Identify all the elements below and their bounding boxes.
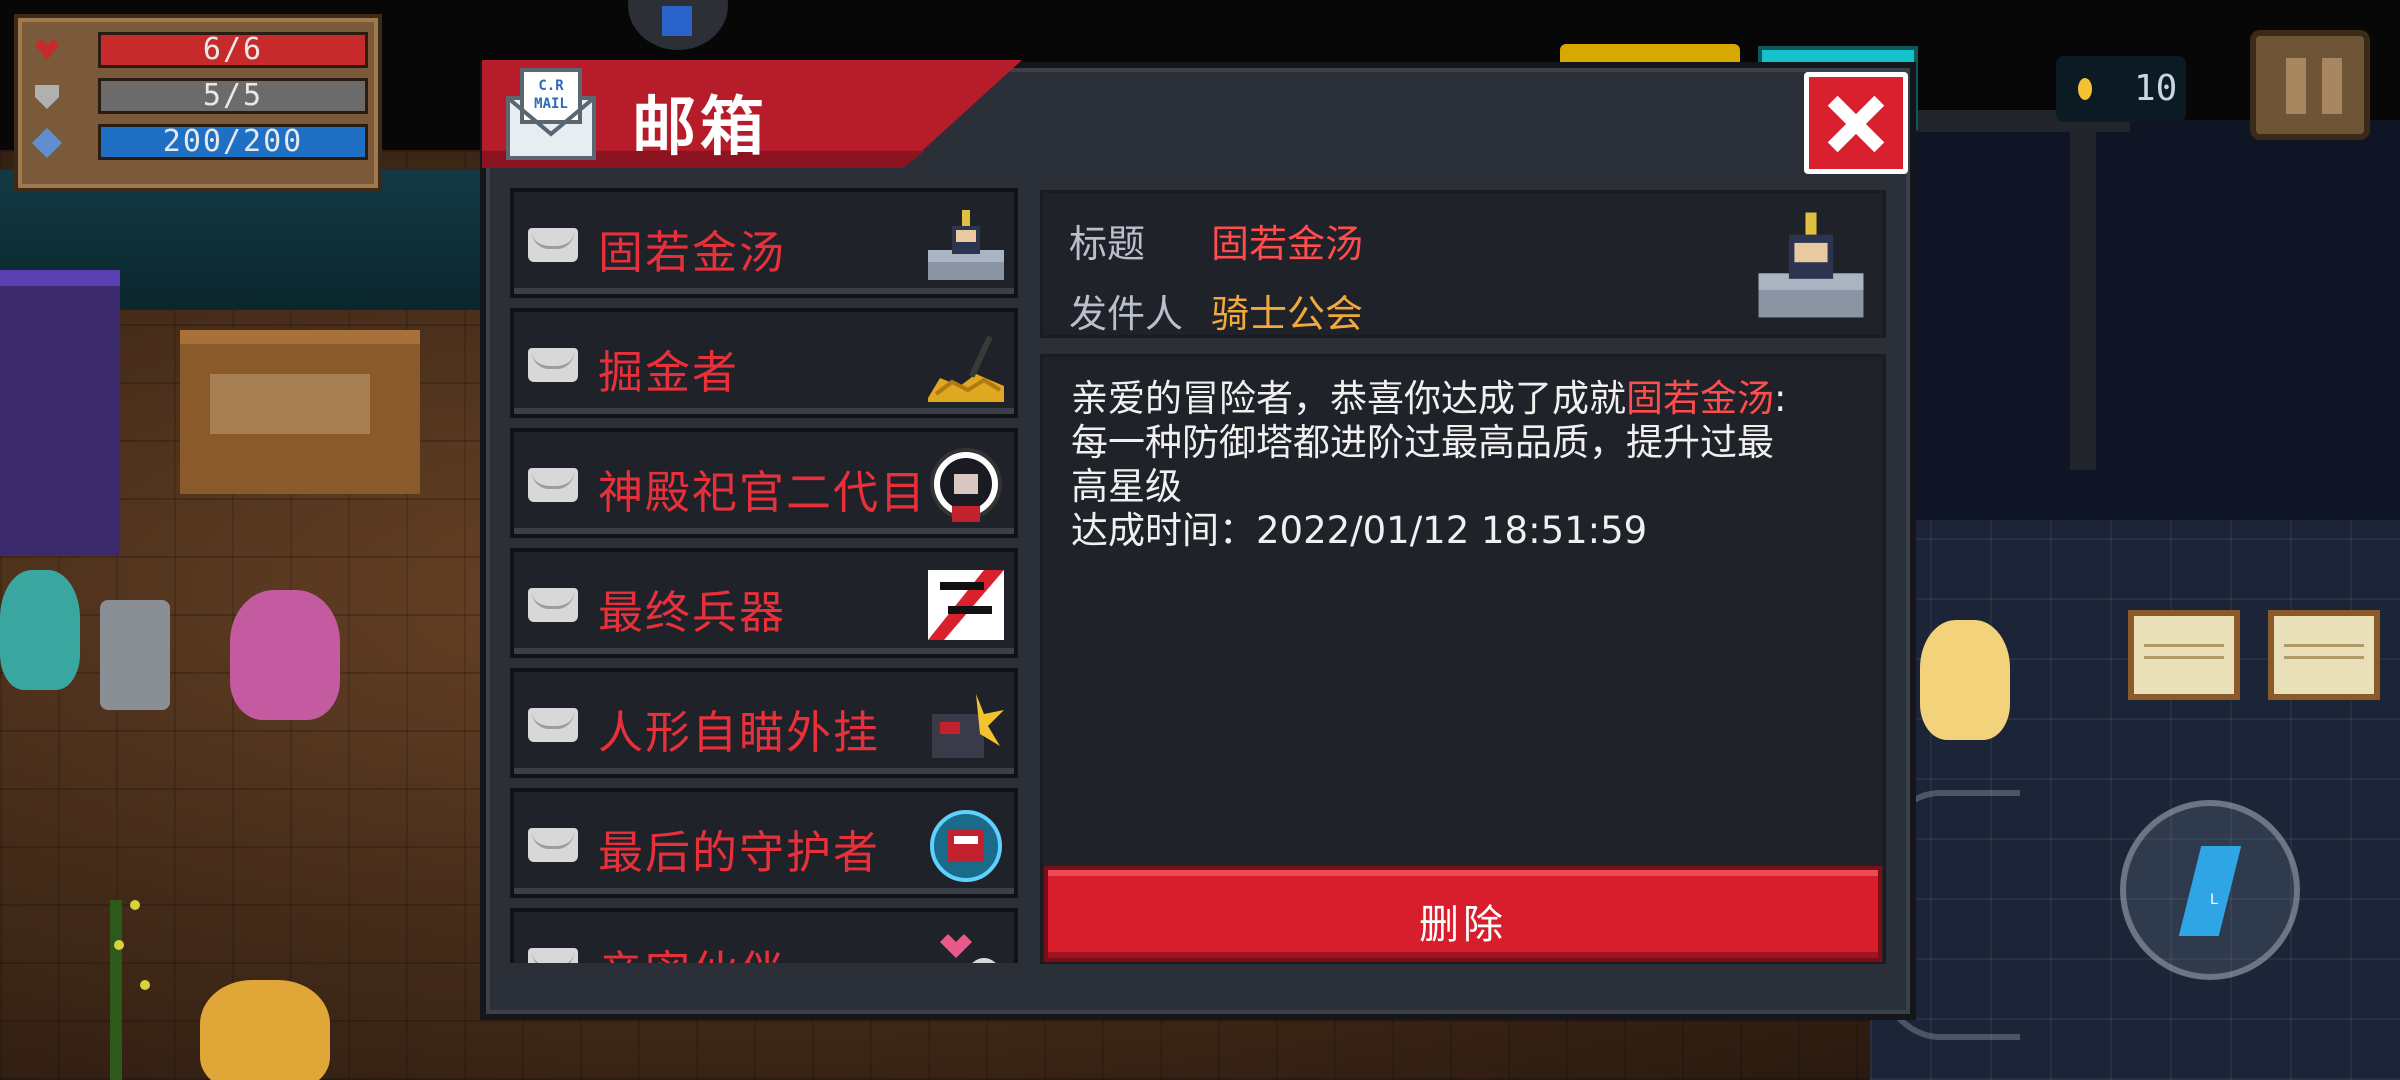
achievement-time: 达成时间：2022/01/12 18:51:59: [1071, 509, 1648, 552]
envelope-icon: [528, 588, 578, 622]
shop-counter: [180, 330, 420, 494]
wall-poster: [2128, 610, 2240, 700]
sender-value: 骑士公会: [1211, 292, 1364, 336]
mail-subject: 掘金者: [598, 346, 740, 399]
robot-aim-icon: [932, 694, 1004, 758]
room-post: [2070, 120, 2096, 470]
delete-button[interactable]: 删除: [1044, 866, 1882, 962]
mail-list[interactable]: 固若金汤 掘金者 神殿祀官二代目 最终兵器 人形自瞄外挂 最后的守护者: [510, 188, 1018, 963]
shield-icon: [35, 85, 59, 109]
mail-item[interactable]: 亲密伙伴: [510, 908, 1018, 963]
npc-witch: [230, 590, 340, 720]
svg-text:C.R: C.R: [538, 78, 564, 94]
player-stats-panel: 6/6 5/5 200/200: [14, 14, 382, 192]
energy-row: 200/200: [32, 124, 368, 162]
potion-shelf: [0, 270, 120, 556]
mail-envelope-icon: C.R MAIL: [506, 68, 596, 160]
gem-counter: 10: [2056, 56, 2186, 122]
mailbox-title: 邮箱: [632, 91, 768, 165]
envelope-icon: [528, 828, 578, 862]
heart-icon: [940, 934, 996, 963]
armor-bar: 5/5: [98, 78, 368, 114]
guardian-orb-icon: [930, 810, 1002, 882]
mail-item[interactable]: 神殿祀官二代目: [510, 428, 1018, 538]
final-weapon-icon: [928, 570, 1004, 640]
wall-poster: [2268, 610, 2380, 700]
pause-icon-bar: [2322, 58, 2342, 114]
energy-bar: 200/200: [98, 124, 368, 160]
envelope-icon: [528, 348, 578, 382]
mail-subject: 最后的守护者: [598, 826, 881, 879]
mail-item[interactable]: 人形自瞄外挂: [510, 668, 1018, 778]
npc-robot: [100, 600, 170, 710]
mail-subject: 固若金汤: [598, 226, 787, 279]
body-line-3: 高星级: [1071, 465, 1182, 508]
energy-text: 200/200: [162, 124, 304, 159]
gem-count: 10: [2134, 68, 2178, 109]
mail-item[interactable]: 掘金者: [510, 308, 1018, 418]
mail-subject: 最终兵器: [598, 586, 787, 639]
delete-button-label: 删除: [1419, 902, 1507, 948]
mail-detail-header: 标题 固若金汤 发件人 骑士公会: [1040, 190, 1886, 338]
skill-key-label: L: [2210, 892, 2218, 908]
health-bar: 6/6: [98, 32, 368, 68]
title-label: 标题: [1069, 222, 1146, 266]
close-button[interactable]: [1804, 72, 1908, 174]
body-highlight: 固若金汤: [1626, 377, 1774, 420]
shovel-gold-icon: [928, 335, 1004, 402]
health-row: 6/6: [32, 32, 368, 70]
mail-item[interactable]: 固若金汤: [510, 188, 1018, 298]
body-line-2: 每一种防御塔都进阶过最高品质，提升过最: [1071, 421, 1774, 464]
mail-subject: 神殿祀官二代目: [598, 466, 926, 519]
sender-knight-icon: [1758, 212, 1864, 318]
lightning-icon: [2178, 846, 2242, 936]
heart-icon: [35, 39, 59, 60]
mailbox-title-ribbon: C.R MAIL 邮箱: [482, 60, 1022, 168]
energy-diamond-icon: [32, 128, 62, 158]
body-suffix: :: [1774, 377, 1787, 420]
glowing-plant: [110, 900, 140, 1080]
body-line-1: 亲爱的冒险者，恭喜你达成了成就固若金汤:: [1071, 377, 1861, 421]
armor-row: 5/5: [32, 78, 368, 116]
envelope-icon: [528, 708, 578, 742]
envelope-icon: [528, 228, 578, 262]
gem-icon: [2078, 78, 2092, 100]
tower-knight-icon: [928, 210, 1004, 280]
health-text: 6/6: [202, 32, 264, 67]
mail-subject: 亲密伙伴: [598, 936, 926, 963]
envelope-icon: [528, 468, 578, 502]
mail-item[interactable]: 最终兵器: [510, 548, 1018, 658]
title-value: 固若金汤: [1211, 222, 1364, 266]
npc-nurse: [0, 570, 80, 690]
sender-label: 发件人: [1069, 292, 1184, 336]
mail-body-text: 亲爱的冒险者，恭喜你达成了成就固若金汤: 每一种防御塔都进阶过最高品质，提升过最…: [1071, 377, 1861, 553]
pause-button[interactable]: [2250, 30, 2370, 140]
npc-lion: [200, 980, 330, 1080]
npc-scientist: [1920, 620, 2010, 740]
pause-icon: [2286, 58, 2306, 114]
mail-subject: 人形自瞄外挂: [598, 706, 881, 759]
body-prefix: 亲爱的冒险者，恭喜你达成了成就: [1071, 377, 1626, 420]
skill-button[interactable]: L: [2120, 800, 2300, 980]
envelope-icon: [528, 948, 578, 963]
armor-text: 5/5: [202, 78, 264, 113]
mail-item[interactable]: 最后的守护者: [510, 788, 1018, 898]
svg-text:MAIL: MAIL: [534, 96, 568, 112]
priest-portrait-icon: [930, 448, 1002, 522]
